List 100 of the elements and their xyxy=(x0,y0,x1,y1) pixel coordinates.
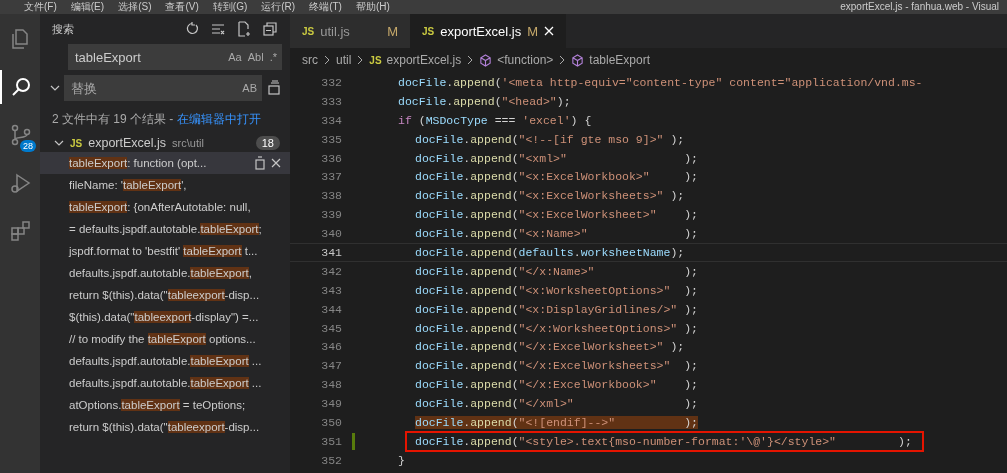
result-text: = defaults.jspdf.autotable.tableExport; xyxy=(69,223,263,235)
line-number: 352 xyxy=(320,453,342,467)
search-result[interactable]: // to modify the tableExport options... xyxy=(40,328,290,350)
chevron-down-icon[interactable] xyxy=(50,83,60,93)
result-count-badge: 18 xyxy=(255,136,280,150)
code-line: docFile.append('<meta http-equiv="content-type" content="application/vnd.ms- xyxy=(398,75,923,89)
result-text: $(this).data("tableexport-display") =... xyxy=(69,311,260,323)
search-option-toggle[interactable]: Abl xyxy=(247,51,264,63)
code-line: docFile.append("<x:ExcelWorkbook>" ); xyxy=(415,170,698,184)
chevron-right-icon xyxy=(466,55,475,65)
file-path: src\util xyxy=(172,137,204,149)
line-number: 347 xyxy=(320,359,342,373)
window-title: exportExcel.js - fanhua.web - Visual xyxy=(840,1,1000,13)
result-text: defaults.jspdf.autotable.tableExport, xyxy=(69,267,253,279)
result-text: // to modify the tableExport options... xyxy=(69,333,257,345)
collapse-all-icon[interactable] xyxy=(262,21,278,37)
menu-item[interactable]: 文件(F) xyxy=(24,1,57,13)
file-name[interactable]: exportExcel.js xyxy=(88,136,167,150)
chevron-right-icon xyxy=(558,55,567,65)
search-result[interactable]: return $(this).data("tableexport-disp... xyxy=(40,416,290,438)
line-number: 344 xyxy=(320,302,342,316)
breadcrumb-item[interactable]: tableExport xyxy=(589,53,651,67)
code-line: docFile.append("</x:ExcelWorksheet>" ); xyxy=(415,340,685,354)
result-text: tableExport: function (opt... xyxy=(69,157,208,169)
code-line: docFile.append("<head>"); xyxy=(398,94,571,108)
menu-item[interactable]: 转到(G) xyxy=(212,1,248,13)
close-icon[interactable] xyxy=(544,26,554,36)
extensions-icon[interactable] xyxy=(9,219,33,243)
editor-tab[interactable]: JS exportExcel.js M xyxy=(410,14,566,48)
breadcrumb-item[interactable]: util xyxy=(336,53,352,67)
search-field[interactable]: tableExport Aa Abl .* xyxy=(68,44,282,70)
code-line: if (MSDocType === 'excel') { xyxy=(398,113,592,127)
line-number: 349 xyxy=(320,397,342,411)
cube-icon xyxy=(571,53,585,67)
search-result[interactable]: tableExport: function (opt... xyxy=(40,152,290,174)
editor-tab[interactable]: JS util.js M xyxy=(290,14,410,48)
search-result[interactable]: tableExport: {onAfterAutotable: null, xyxy=(40,196,290,218)
search-result[interactable]: return $(this).data("tableexport-disp... xyxy=(40,284,290,306)
new-file-icon[interactable] xyxy=(236,21,252,37)
search-result[interactable]: fileName: 'tableExport', xyxy=(40,174,290,196)
breadcrumb-item[interactable]: src xyxy=(302,53,318,67)
result-text: defaults.jspdf.autotable.tableExport ... xyxy=(69,355,263,367)
code-line: docFile.append("<x:Name>" ); xyxy=(415,227,698,241)
search-result[interactable]: atOptions.tableExport = teOptions; xyxy=(40,394,290,416)
menu-item[interactable]: 终端(T) xyxy=(309,1,342,13)
code-line: docFile.append("</xml>" ); xyxy=(415,397,698,411)
line-number: 346 xyxy=(320,340,342,354)
code-line: docFile.append("<x:ExcelWorksheet>" ); xyxy=(415,208,698,222)
line-number: 338 xyxy=(320,189,342,203)
line-number: 342 xyxy=(320,264,342,278)
clear-results-icon[interactable] xyxy=(210,21,226,37)
count-badge: 28 xyxy=(20,140,36,152)
search-result[interactable]: $(this).data("tableexport-display") =... xyxy=(40,306,290,328)
code-line: } xyxy=(398,453,405,467)
line-number: 348 xyxy=(320,378,342,392)
line-number: 332 xyxy=(320,75,342,89)
result-text: jspdf.format to 'bestfit' tableExport t... xyxy=(69,245,259,257)
line-number: 341 xyxy=(320,245,342,259)
search-result[interactable]: jspdf.format to 'bestfit' tableExport t... xyxy=(40,240,290,262)
replace-field[interactable]: 替换 AB xyxy=(64,75,262,101)
code-line: docFile.append(defaults.worksheetName); xyxy=(415,245,685,259)
search-result[interactable]: defaults.jspdf.autotable.tableExport, xyxy=(40,262,290,284)
menu-item[interactable]: 编辑(E) xyxy=(70,1,105,13)
result-text: fileName: 'tableExport', xyxy=(69,179,188,191)
open-in-editor-link[interactable]: 在编辑器中打开 xyxy=(176,112,261,126)
search-result[interactable]: defaults.jspdf.autotable.tableExport ... xyxy=(40,350,290,372)
search-result[interactable]: = defaults.jspdf.autotable.tableExport; xyxy=(40,218,290,240)
code-line: docFile.append("<!--[if gte mso 9]>" ); xyxy=(415,132,685,146)
breadcrumb-item[interactable]: <function> xyxy=(497,53,554,67)
preserve-case-toggle[interactable]: AB xyxy=(242,82,257,94)
result-text: return $(this).data("tableexport-disp... xyxy=(69,289,261,301)
code-line: docFile.append("</x:ExcelWorksheets>" ); xyxy=(415,359,698,373)
search-result[interactable]: defaults.jspdf.autotable.tableExport ... xyxy=(40,372,290,394)
menu-item[interactable]: 查看(V) xyxy=(165,1,199,13)
js-file-icon: JS xyxy=(70,137,83,149)
line-number: 340 xyxy=(320,227,342,241)
menu-item[interactable]: 帮助(H) xyxy=(355,1,390,13)
code-line: docFile.append("<x:WorksheetOptions>" ); xyxy=(415,283,698,297)
line-number: 333 xyxy=(320,94,342,108)
chevron-down-icon[interactable] xyxy=(54,138,64,148)
code-line: docFile.append("<x:DisplayGridlines/>" ); xyxy=(415,302,698,316)
result-text: return $(this).data("tableexport-disp... xyxy=(69,421,261,433)
cube-icon xyxy=(479,53,493,67)
activity-item[interactable]: 28 xyxy=(0,118,40,152)
code-line: docFile.append("</x:Name>" ); xyxy=(415,264,698,278)
chevron-right-icon xyxy=(356,55,365,65)
code-line: docFile.append("<xml>" ); xyxy=(415,151,698,165)
line-number: 334 xyxy=(320,113,342,127)
run-debug-icon[interactable] xyxy=(9,171,33,195)
refresh-icon[interactable] xyxy=(184,21,200,37)
search-option-toggle[interactable]: .* xyxy=(269,51,277,63)
line-number: 337 xyxy=(320,170,342,184)
breadcrumb-item[interactable]: exportExcel.js xyxy=(386,53,462,67)
code-line: docFile.append("</x:WorksheetOptions>" ); xyxy=(415,321,698,335)
chevron-right-icon xyxy=(323,55,331,65)
menu-item[interactable]: 选择(S) xyxy=(118,1,152,13)
menu-item[interactable]: 运行(R) xyxy=(261,1,296,13)
line-number: 350 xyxy=(320,415,342,429)
search-option-toggle[interactable]: Aa xyxy=(228,51,242,63)
line-number: 343 xyxy=(320,283,342,297)
